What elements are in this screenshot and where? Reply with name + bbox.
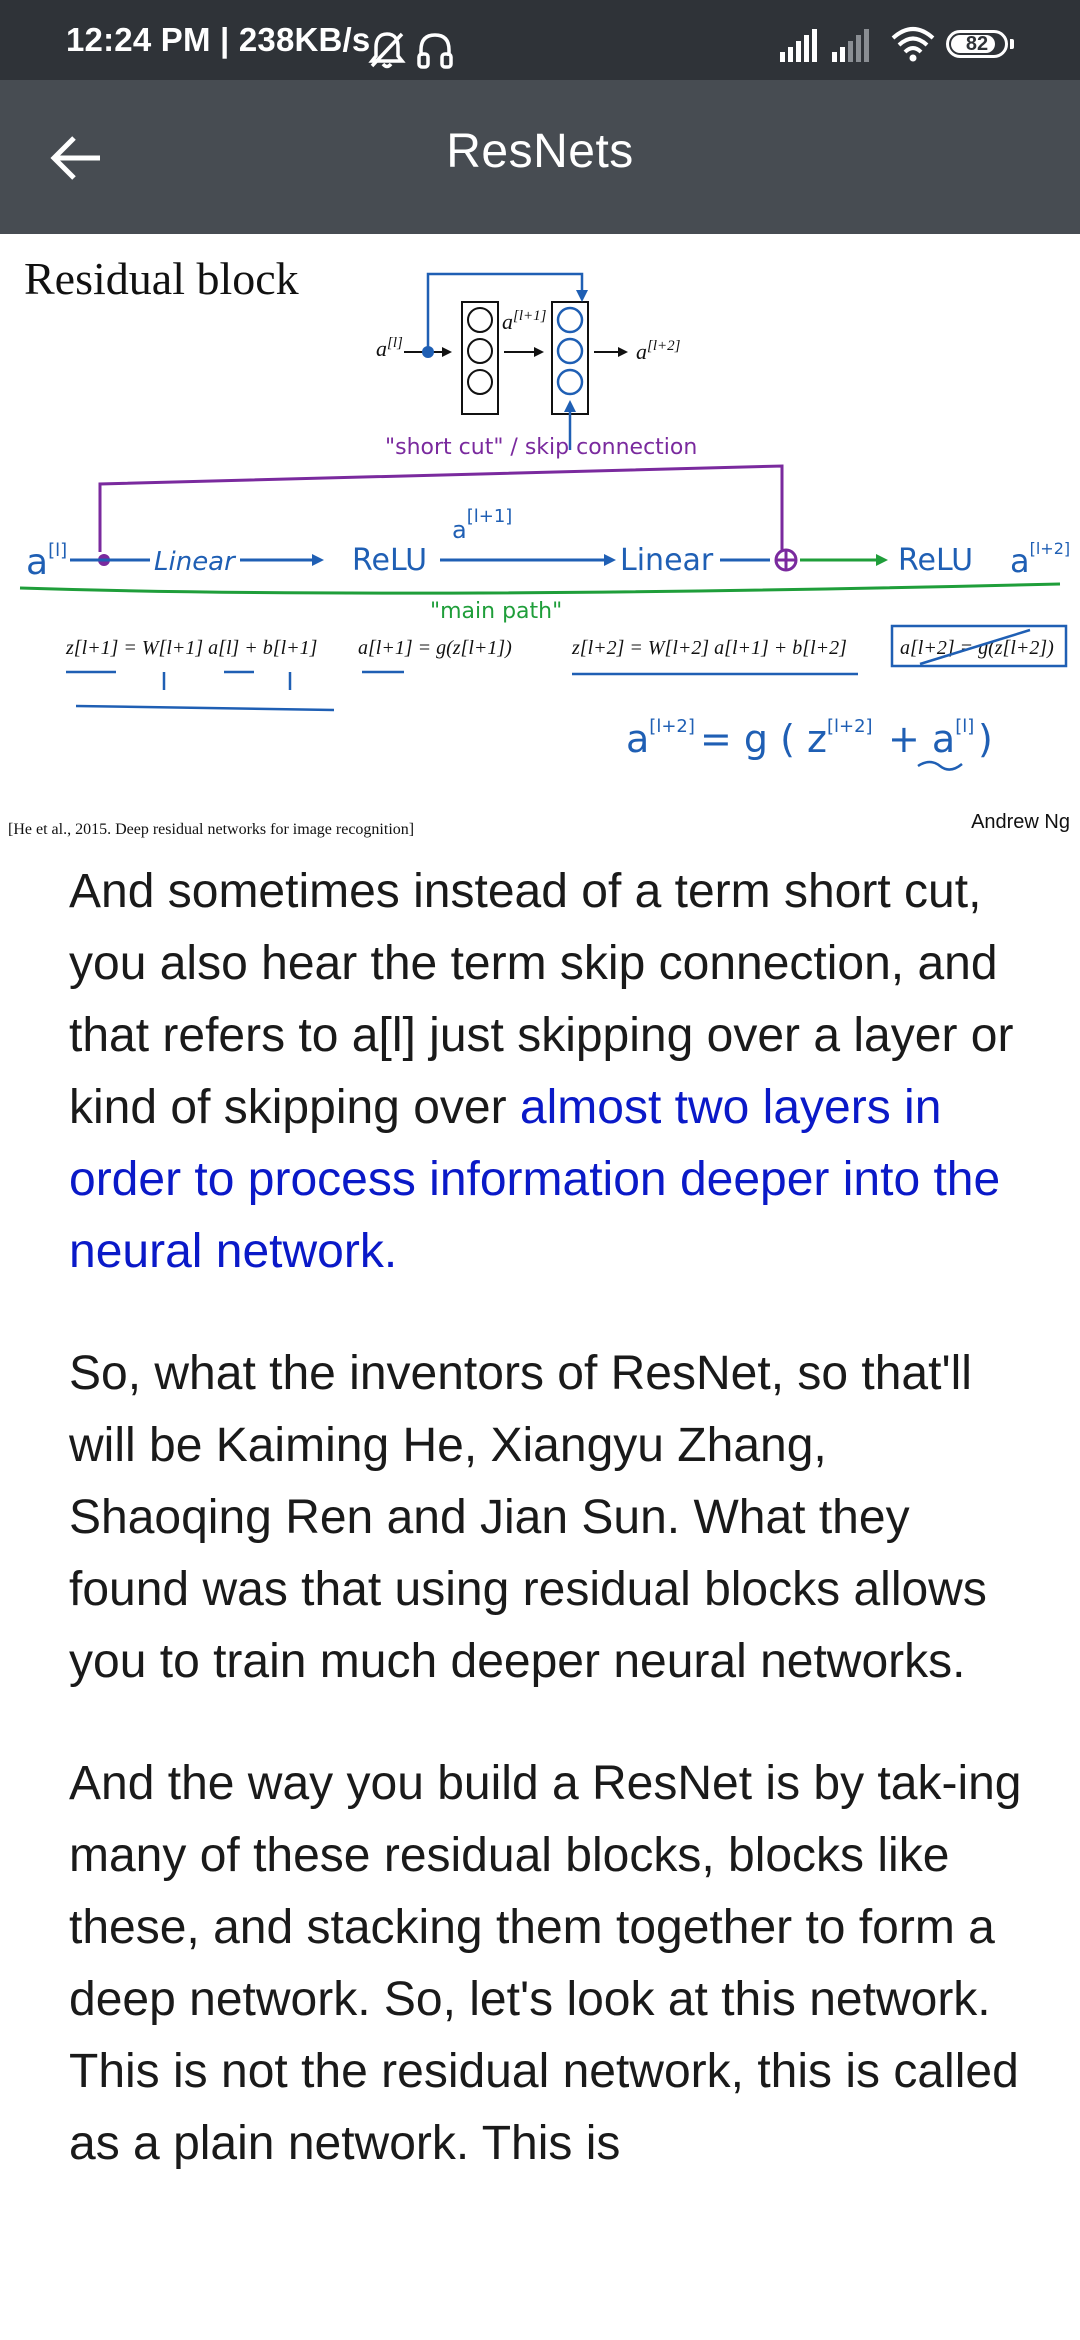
a-l-label: a (376, 336, 387, 361)
transcript: And sometimes instead of a term short cu… (69, 856, 1029, 2230)
a-l2-label: a (636, 339, 647, 364)
svg-text:Linear: Linear (154, 547, 237, 577)
battery-level: 82 (965, 33, 989, 55)
svg-text:a[l+1]: a[l+1] (452, 506, 512, 544)
status-bar: 12:24 PM | 238KB/s 82 (0, 0, 1080, 80)
svg-text:= g ( z[l+2]: = g ( z[l+2] (700, 716, 873, 761)
equation-2: a[l+1] = g(z[l+1]) (358, 637, 512, 659)
svg-text:a[l+1]: a[l+1] (502, 308, 547, 334)
residual-block-diagram: a[l] a[l+1] a[l+2] (376, 272, 681, 450)
wifi-icon (891, 27, 935, 62)
a-l1-label: a (502, 309, 513, 334)
bell-off-icon (368, 32, 406, 69)
signal-icon (780, 29, 817, 62)
svg-text:a[l+2]: a[l+2] (1010, 539, 1070, 580)
paragraph-3: And the way you build a ResNet is by tak… (69, 1757, 1022, 2170)
skip-equation: a[l+2] = g ( z[l+2] + a[l] ) (626, 716, 993, 771)
svg-text:a[l+2]: a[l+2] (626, 716, 695, 761)
slide-title: Residual block (24, 253, 299, 304)
app-bar: ResNets (0, 80, 1080, 234)
headset-icon (417, 33, 453, 69)
svg-text:Linear: Linear (620, 543, 714, 578)
svg-text:a[l+2]: a[l+2] (636, 338, 681, 364)
svg-text:a[l]: a[l] (376, 335, 403, 361)
signal-weak-icon (832, 29, 869, 62)
equation-1: z[l+1] = W[l+1] a[l] + b[l+1] (65, 637, 317, 659)
status-time: 12:24 PM | 238KB/s (66, 21, 371, 58)
equation-4: a[l+2] = g(z[l+2]) (900, 637, 1054, 659)
main-path-label: "main path" (430, 599, 562, 624)
equations: z[l+1] = W[l+1] a[l] + b[l+1] a[l+1] = g… (65, 624, 1068, 712)
svg-text:): ) (978, 717, 993, 761)
paragraph-1: And sometimes instead of a term short cu… (69, 865, 1014, 1278)
paragraph-2: So, what the inventors of ResNet, so tha… (69, 1347, 987, 1688)
page-title: ResNets (446, 125, 634, 178)
citation: [He et al., 2015. Deep residual networks… (8, 821, 414, 838)
slide-author: Andrew Ng (971, 811, 1070, 833)
equation-3: z[l+2] = W[l+2] a[l+1] + b[l+2] (571, 637, 847, 659)
shortcut-label: "short cut" / skip connection (385, 435, 697, 460)
handwritten-annotations: "short cut" / skip connection a[l] Linea… (19, 435, 1070, 624)
svg-text:+ a[l]: + a[l] (888, 716, 974, 761)
svg-text:ReLU: ReLU (352, 543, 427, 578)
battery-icon: 82 (946, 30, 1008, 58)
svg-text:ReLU: ReLU (898, 543, 973, 578)
lecture-slide: Residual block a[l] a[l+1] a[l+2] "short… (0, 234, 1080, 854)
svg-text:a[l]: a[l] (26, 540, 67, 583)
